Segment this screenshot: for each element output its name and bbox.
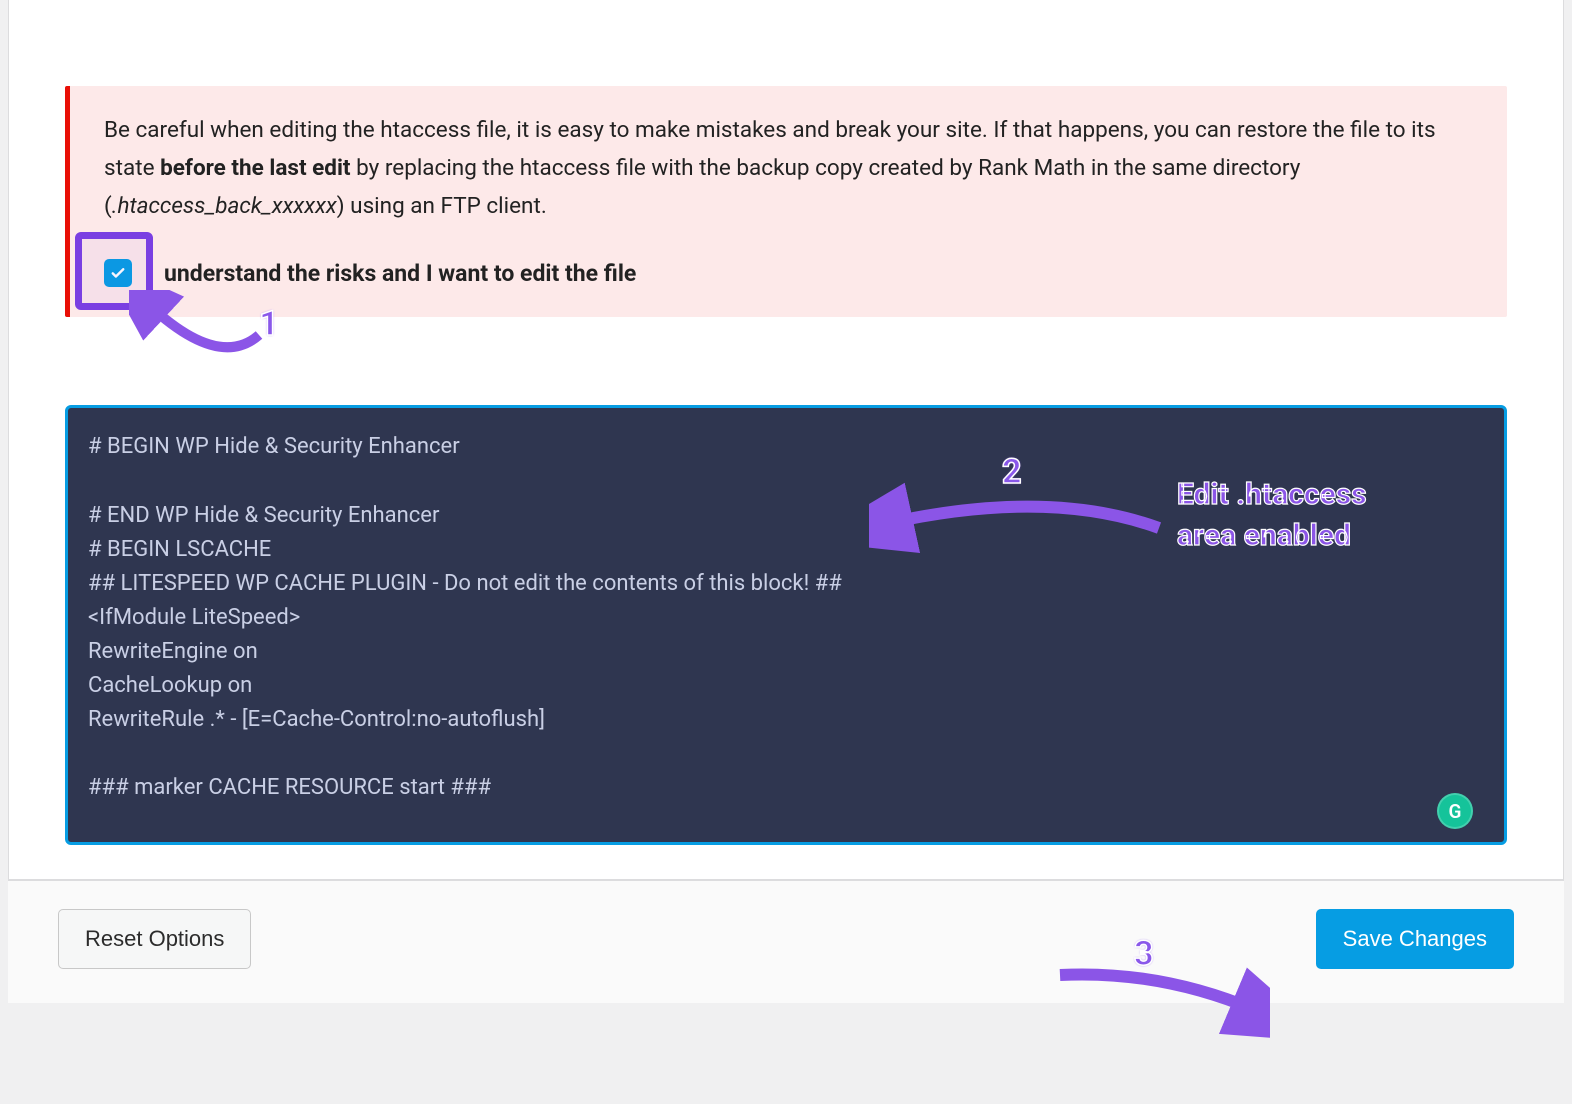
reset-options-button[interactable]: Reset Options	[58, 909, 251, 969]
save-changes-button[interactable]: Save Changes	[1316, 909, 1514, 969]
check-icon	[109, 264, 127, 282]
grammarly-letter: G	[1449, 800, 1462, 823]
settings-card: Be careful when editing the htaccess fil…	[8, 0, 1564, 880]
footer-bar: Reset Options Save Changes	[8, 880, 1564, 1003]
consent-row: understand the risks and I want to edit …	[104, 259, 1473, 287]
warning-italic: .htaccess_back_xxxxxx	[112, 193, 337, 219]
consent-checkbox[interactable]	[104, 259, 132, 287]
consent-label: understand the risks and I want to edit …	[164, 260, 636, 287]
warning-notice: Be careful when editing the htaccess fil…	[65, 86, 1507, 317]
warning-text: Be careful when editing the htaccess fil…	[104, 112, 1473, 225]
grammarly-icon[interactable]: G	[1437, 793, 1473, 829]
htaccess-editor[interactable]	[65, 405, 1507, 845]
warning-bold: before the last edit	[160, 155, 350, 181]
warning-segment: ) using an FTP client.	[337, 193, 547, 219]
